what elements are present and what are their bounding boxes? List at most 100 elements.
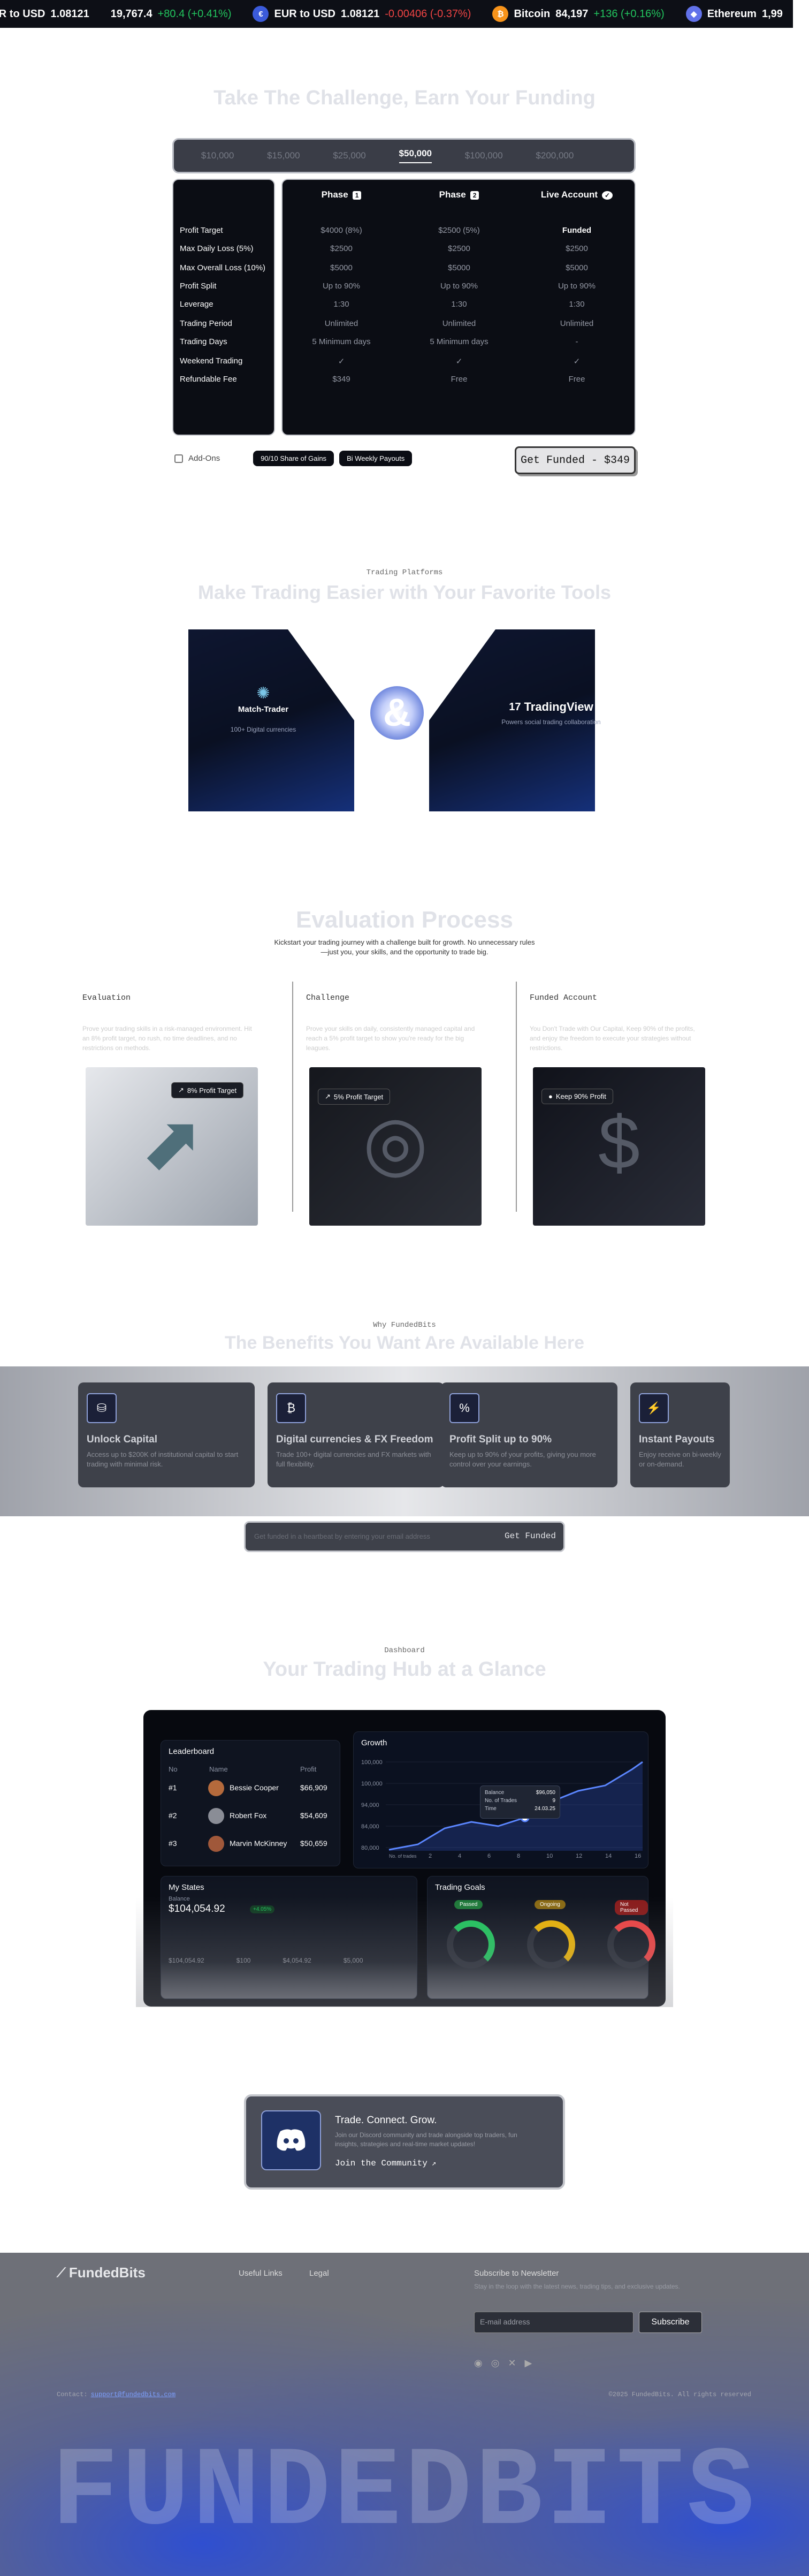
match-trader-name: Match-Trader	[238, 705, 289, 714]
my-states-title: My States	[169, 1883, 204, 1892]
social-links: ◉ ◎ ✕ ▶	[474, 2358, 532, 2369]
table-cell: Up to 90%	[558, 282, 596, 291]
row-label: Trading Days	[180, 337, 227, 346]
table-cell: $2500	[330, 244, 353, 253]
lb-header-profit: Profit	[300, 1765, 317, 1773]
ticker-item: 19,767.4 +80.4 (+0.41%)	[111, 8, 232, 20]
table-cell: $5000	[330, 263, 353, 272]
email-get-funded-button[interactable]: Get Funded	[505, 1531, 556, 1541]
benefit-card: ⛁ Unlock Capital Access up to $200K of ins…	[78, 1382, 255, 1487]
percent-icon: %	[449, 1393, 479, 1423]
eval-step: Evaluation Prove your trading skills in a…	[82, 993, 296, 1053]
row-label: Profit Target	[180, 226, 223, 235]
evaluation-title: Evaluation Process	[296, 907, 513, 933]
divider	[292, 982, 293, 1212]
benefit-title: Instant Payouts	[639, 1434, 715, 1445]
table-cell: $5000	[566, 263, 588, 272]
addons-row: Add-Ons 90/10 Share of Gains Bi Weekly P…	[174, 451, 413, 466]
column-badge: 1	[352, 191, 362, 200]
lb-rank: #1	[169, 1783, 177, 1792]
ampersand-icon: &	[370, 686, 424, 740]
x-axis-label: No. of trades	[389, 1853, 417, 1859]
dashboard-title: Your Trading Hub at a Glance	[263, 1658, 546, 1681]
benefit-title: Profit Split up to 90%	[449, 1434, 552, 1445]
community-desc: Join our Discord community and trade alo…	[335, 2131, 517, 2148]
useful-links-title: Useful Links	[239, 2269, 283, 2278]
x-tick: 10	[546, 1853, 553, 1859]
tradingview-logo-icon: 17	[509, 701, 521, 713]
y-tick: 94,000	[361, 1802, 379, 1808]
table-cell: Up to 90%	[322, 282, 361, 291]
column-name: Live Account	[540, 189, 598, 200]
join-community-link[interactable]: Join the Community ↗	[335, 2159, 436, 2168]
tooltip-balance-label: Balance	[485, 1790, 505, 1796]
contact-email-link[interactable]: support@fundedbits.com	[91, 2391, 175, 2398]
tab-50000[interactable]: $50,000	[399, 148, 432, 163]
footer-brand[interactable]: ⟋ FundedBits	[57, 2265, 146, 2281]
lb-rank: #3	[169, 1839, 177, 1848]
ticker-label: EUR to USD	[0, 7, 45, 20]
addon-checkbox[interactable]	[174, 454, 183, 463]
divider	[516, 982, 517, 1212]
ticker-price: 1,99	[761, 7, 783, 20]
growth-panel: Growth 100,000 100,000 94,000 84,000 80,000 N…	[353, 1731, 648, 1868]
ticker-price: 1.08121	[340, 7, 380, 20]
tradingview-desc: Powers social trading collaboration	[501, 718, 601, 726]
x-icon[interactable]: ✕	[508, 2358, 516, 2369]
price-ticker: EUR to USD 1.08121 19,767.4 +80.4 (+0.41%) €…	[0, 0, 793, 28]
avatar	[208, 1836, 224, 1852]
addon-pill-payouts[interactable]: Bi Weekly Payouts	[339, 451, 413, 466]
state-value: $5,000	[343, 1957, 363, 1964]
avatar	[208, 1780, 224, 1796]
table-cell: $5000	[448, 263, 470, 272]
dashboard-eyebrow: Dashboard	[384, 1646, 425, 1655]
eval-step-badge: ↗ 5% Profit Target	[318, 1089, 391, 1105]
coins-icon: ⛁	[87, 1393, 117, 1423]
column-badge: 2	[470, 191, 479, 200]
platforms-title: Make Trading Easier with Your Favorite T…	[197, 581, 612, 603]
tab-10000[interactable]: $10,000	[201, 150, 234, 161]
tooltip-trades-label: No. of Trades	[485, 1798, 517, 1804]
tab-100000[interactable]: $100,000	[465, 150, 503, 161]
addon-pill-share[interactable]: 90/10 Share of Gains	[253, 451, 334, 466]
chart-icon: ↗	[178, 1086, 184, 1094]
x-tick: 12	[576, 1853, 582, 1859]
coin-icon: ◆	[685, 6, 702, 22]
lb-profit: $54,609	[300, 1811, 327, 1820]
tooltip-trades: 9	[552, 1798, 555, 1804]
eval-step-title: Funded Account	[530, 993, 598, 1002]
goal-status-pill: Ongoing	[535, 1900, 566, 1909]
discord-icon[interactable]: ◉	[474, 2358, 483, 2369]
row-labels-panel: Profit Target Max Daily Loss (5%) Max Over…	[172, 179, 275, 436]
table-cell: 1:30	[333, 300, 349, 309]
table-cell: $349	[332, 375, 350, 384]
eval-step-desc: Prove your trading skills in a risk-mana…	[82, 1025, 252, 1052]
x-tick: 2	[429, 1853, 432, 1859]
get-funded-button[interactable]: Get Funded - $349	[515, 446, 636, 474]
subscribe-button[interactable]: Subscribe	[639, 2312, 702, 2333]
y-tick: 84,000	[361, 1823, 379, 1830]
instagram-icon[interactable]: ◎	[491, 2358, 500, 2369]
eval-step-title: Evaluation	[82, 993, 131, 1002]
email-input[interactable]: Get funded in a heartbeat by entering yo…	[254, 1532, 430, 1540]
tradingview-info: 17 TradingView Powers social trading col…	[492, 700, 610, 726]
ticker-item: EUR to USD 1.08121	[0, 8, 89, 20]
state-value: $104,054.92	[169, 1957, 204, 1964]
currency-icon: ₿	[276, 1393, 306, 1423]
tab-200000[interactable]: $200,000	[536, 150, 574, 161]
state-value: $100	[236, 1957, 251, 1964]
tab-25000[interactable]: $25,000	[333, 150, 365, 161]
tooltip-time-label: Time	[485, 1806, 497, 1812]
badge-text: 5% Profit Target	[333, 1092, 384, 1101]
email-signup-bar: Get funded in a heartbeat by entering yo…	[244, 1521, 565, 1552]
eval-step-desc: Prove your skills on daily, consistently…	[306, 1025, 475, 1052]
youtube-icon[interactable]: ▶	[525, 2358, 532, 2369]
benefit-card: ⚡ Instant Payouts Enjoy receive on bi-week…	[630, 1382, 730, 1487]
tab-15000[interactable]: $15,000	[267, 150, 300, 161]
phase-table: Phase 1 $4000 (8%) $2500 $5000 Up to 90% 1:30 U…	[281, 179, 636, 436]
x-tick: 8	[517, 1853, 520, 1859]
benefit-card: % Profit Split up to 90% Keep up to 90% of…	[441, 1382, 617, 1487]
newsletter-desc: Stay in the loop with the latest news, t…	[474, 2283, 680, 2290]
newsletter-email-input[interactable]: E-mail address	[474, 2312, 634, 2333]
coin-icon: ₿	[492, 6, 509, 22]
